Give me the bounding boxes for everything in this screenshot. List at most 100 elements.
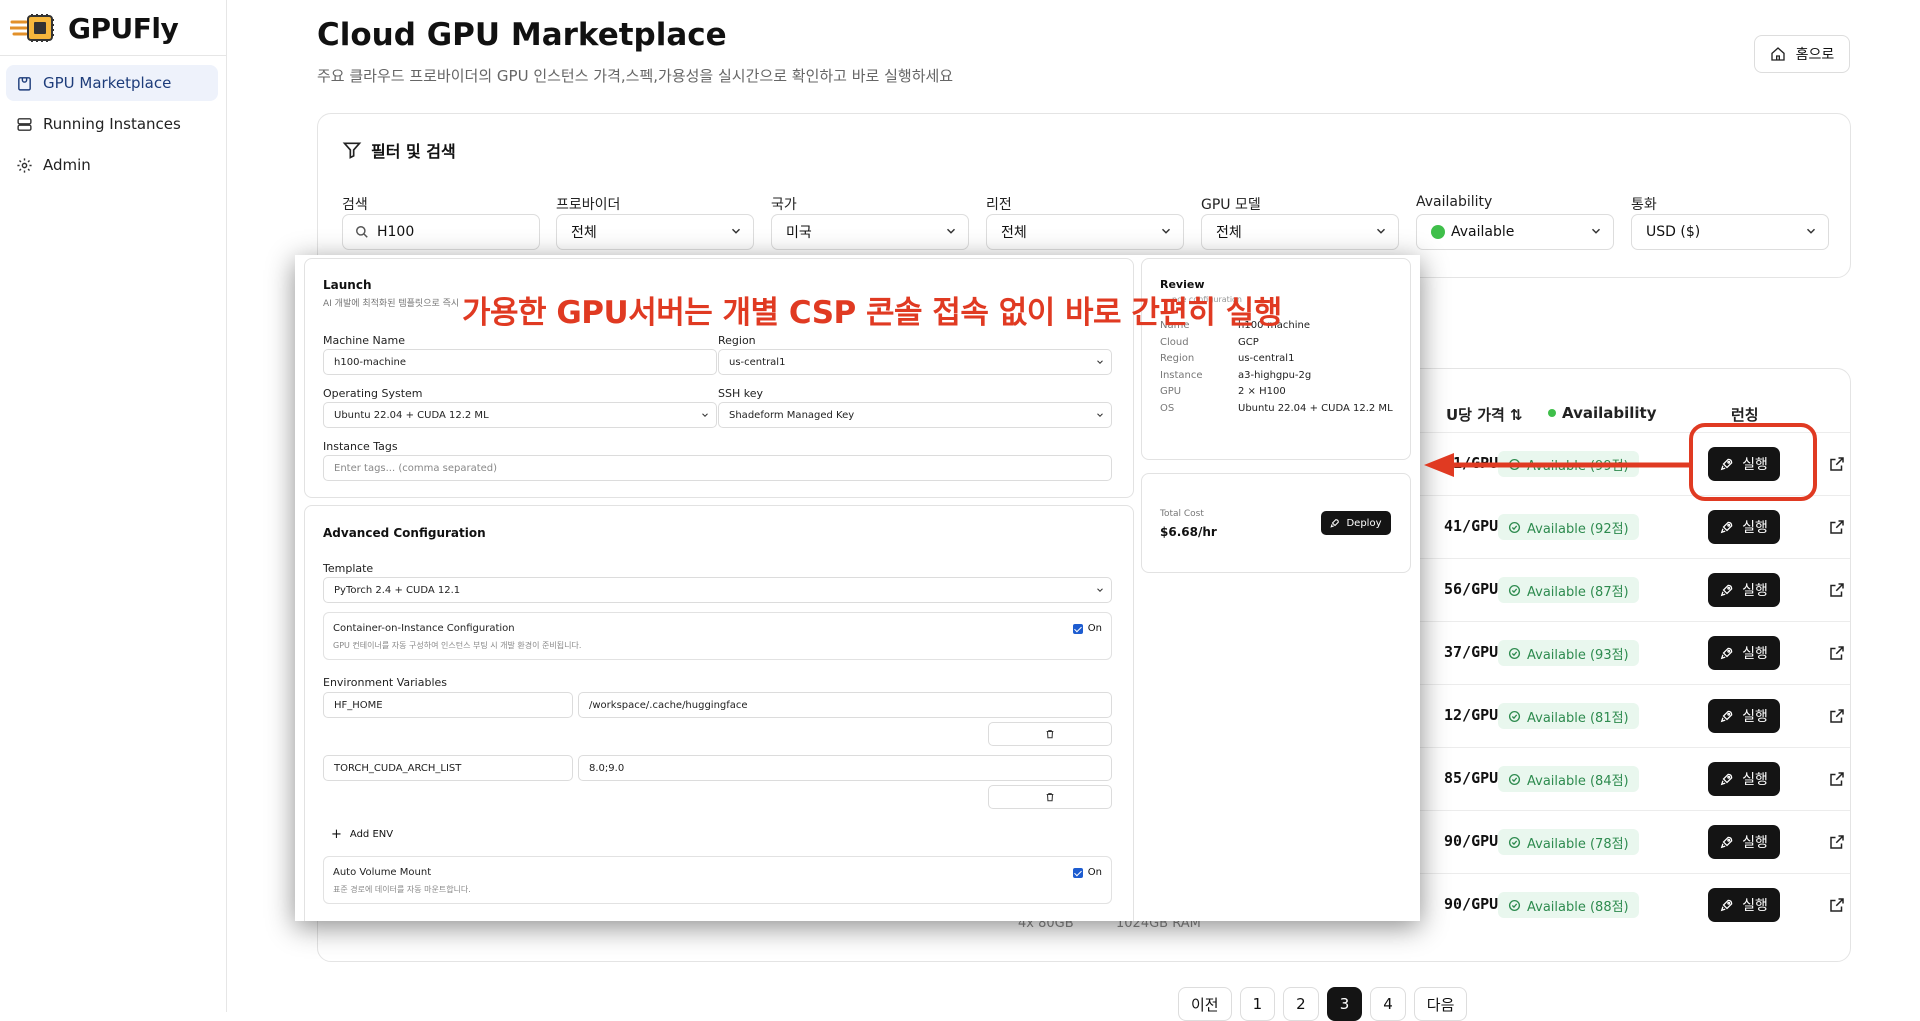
launch-button[interactable]: 실행	[1708, 699, 1780, 733]
env-key-input[interactable]: HF_HOME	[323, 692, 573, 718]
prev-page-button[interactable]: 이전	[1178, 987, 1232, 1021]
launch-button[interactable]: 실행	[1708, 762, 1780, 796]
deploy-button[interactable]: Deploy	[1321, 511, 1391, 535]
page-button-1[interactable]: 1	[1239, 987, 1276, 1021]
region-select[interactable]: 전체	[986, 214, 1184, 250]
container-toggle-label: On	[1087, 623, 1102, 634]
next-page-button[interactable]: 다음	[1413, 987, 1468, 1021]
os-value: Ubuntu 22.04 + CUDA 12.2 ML	[334, 409, 489, 421]
launch-button[interactable]: 실행	[1708, 825, 1780, 859]
review-value: GCP	[1238, 336, 1259, 348]
provider-select[interactable]: 전체	[556, 214, 754, 250]
ssh-key-select[interactable]: Shadeform Managed Key	[718, 402, 1112, 428]
availability-select[interactable]: Available	[1416, 214, 1614, 250]
provider-label: 프로바이더	[556, 197, 621, 213]
sidebar-item-gpu-marketplace[interactable]: GPU Marketplace	[6, 65, 218, 101]
region-label: 리전	[986, 197, 1012, 213]
launch-button[interactable]: 실행	[1708, 888, 1780, 922]
auto-volume-box: Auto Volume Mount 표준 경로에 데이터를 자동 마운트합니다.…	[323, 856, 1112, 904]
region-field-select[interactable]: us-central1	[718, 349, 1112, 375]
external-link-icon[interactable]	[1828, 644, 1846, 662]
availability-badge: Available (81점)	[1498, 703, 1639, 729]
env-delete-button[interactable]	[988, 722, 1112, 746]
gpu-model-label: GPU 모델	[1201, 197, 1261, 213]
page-button-2[interactable]: 2	[1283, 987, 1319, 1021]
container-config-title: Container-on-Instance Configuration	[333, 623, 515, 634]
sidebar-item-label: Running Instances	[43, 115, 181, 133]
instance-tags-input[interactable]: Enter tags... (comma separated)	[323, 455, 1112, 481]
env-delete-button[interactable]	[988, 785, 1112, 809]
availability-text: Available (88점)	[1527, 899, 1629, 915]
advanced-title: Advanced Configuration	[323, 526, 486, 540]
external-link-icon[interactable]	[1828, 518, 1846, 536]
check-circle-icon	[1508, 710, 1521, 722]
sidebar-divider	[0, 55, 226, 56]
external-link-icon[interactable]	[1828, 581, 1846, 599]
gpu-model-select[interactable]: 전체	[1201, 214, 1399, 250]
container-toggle[interactable]: On	[1072, 623, 1102, 634]
review-key: Region	[1160, 353, 1195, 365]
review-key: Instance	[1160, 369, 1203, 381]
launch-button[interactable]: 실행	[1708, 636, 1780, 670]
green-dot-icon	[1431, 225, 1445, 239]
filter-title-label: 필터 및 검색	[371, 142, 456, 161]
external-link-icon[interactable]	[1828, 770, 1846, 788]
auto-volume-toggle[interactable]: On	[1072, 867, 1102, 878]
launch-dialog: Launch AI 개발에 최적화된 템플릿으로 즉시 Machine Name…	[295, 255, 1420, 921]
rocket-icon	[1720, 773, 1733, 786]
availability-badge: Available (92점)	[1498, 514, 1639, 540]
pagination: 이전 1 2 3 4 다음	[1178, 987, 1468, 1021]
os-select[interactable]: Ubuntu 22.04 + CUDA 12.2 ML	[323, 402, 717, 428]
currency-select[interactable]: USD ($)	[1631, 214, 1829, 250]
launch-button-label: 실행	[1742, 520, 1768, 536]
page-button-3[interactable]: 3	[1326, 987, 1363, 1021]
rocket-icon	[1720, 899, 1733, 912]
search-input[interactable]: H100	[342, 214, 540, 250]
sidebar-item-label: Admin	[43, 156, 91, 174]
rocket-icon	[1720, 584, 1733, 597]
launch-button-label: 실행	[1742, 583, 1768, 599]
launch-button[interactable]: 실행	[1708, 573, 1780, 607]
app-logo[interactable]: GPUFly	[10, 6, 179, 50]
availability-badge: Available (84점)	[1498, 766, 1639, 792]
env-value-input[interactable]: 8.0;9.0	[578, 755, 1112, 781]
server-icon	[17, 117, 32, 131]
machine-name-label: Machine Name	[323, 334, 405, 347]
template-select[interactable]: PyTorch 2.4 + CUDA 12.1	[323, 577, 1112, 603]
app-name: GPUFly	[68, 11, 179, 45]
advanced-config-card: Advanced Configuration Template PyTorch …	[304, 505, 1134, 921]
chevron-down-icon	[1376, 228, 1386, 234]
sidebar-item-admin[interactable]: Admin	[6, 147, 218, 183]
external-link-icon[interactable]	[1828, 707, 1846, 725]
chevron-down-icon	[702, 413, 708, 417]
external-link-icon[interactable]	[1828, 833, 1846, 851]
chevron-down-icon	[946, 228, 956, 234]
home-button[interactable]: 홈으로	[1754, 35, 1850, 73]
external-link-icon[interactable]	[1828, 455, 1846, 473]
total-cost-card: Total Cost $6.68/hr Deploy	[1141, 473, 1411, 573]
search-value: H100	[377, 224, 415, 240]
auto-volume-desc: 표준 경로에 데이터를 자동 마운트합니다.	[333, 885, 471, 894]
availability-text: Available (84점)	[1527, 773, 1629, 789]
launch-button[interactable]: 실행	[1708, 510, 1780, 544]
launch-button-label: 실행	[1742, 835, 1768, 851]
external-link-icon[interactable]	[1828, 896, 1846, 914]
machine-name-input[interactable]: h100-machine	[323, 349, 717, 375]
price-header[interactable]: U당 가격 ⇅	[1446, 404, 1523, 425]
chevron-down-icon	[1806, 228, 1816, 234]
page-button-4[interactable]: 4	[1370, 987, 1406, 1021]
env-value-input[interactable]: /workspace/.cache/huggingface	[578, 692, 1112, 718]
ssh-key-value: Shadeform Managed Key	[729, 409, 855, 421]
chevron-down-icon	[731, 228, 741, 234]
country-select[interactable]: 미국	[771, 214, 969, 250]
review-key: OS	[1160, 403, 1175, 414]
plus-icon: +	[331, 827, 342, 842]
availability-badge: Available (93점)	[1498, 640, 1639, 666]
trash-icon	[1046, 793, 1054, 802]
add-env-button[interactable]: + Add ENV	[331, 827, 393, 842]
env-key-input[interactable]: TORCH_CUDA_ARCH_LIST	[323, 755, 573, 781]
sidebar-item-running-instances[interactable]: Running Instances	[6, 106, 218, 142]
auto-volume-toggle-label: On	[1087, 867, 1102, 878]
total-cost-value: $6.68/hr	[1160, 525, 1217, 539]
trash-icon	[1046, 730, 1054, 739]
